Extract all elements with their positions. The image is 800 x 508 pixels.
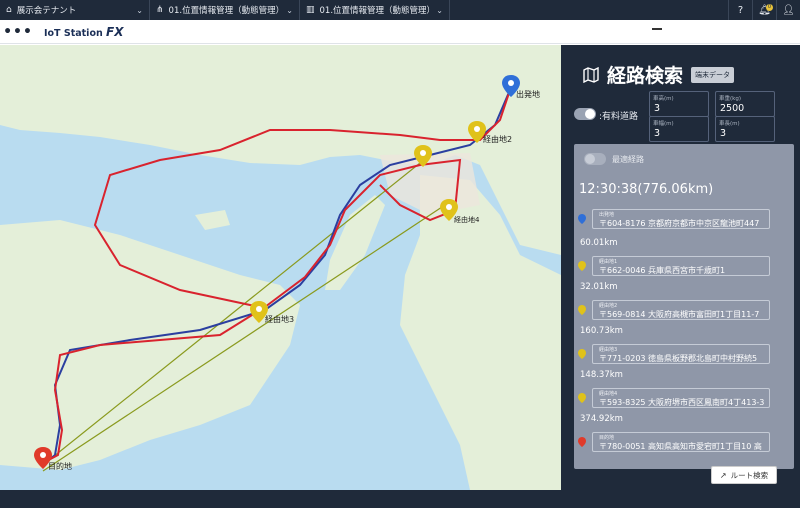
stop-via-3[interactable]: 経由地3 〒771-0203 徳島県板野郡北島町中村野続5: [592, 344, 770, 364]
vehicle-length-field[interactable]: 車長(m) 3: [715, 116, 775, 142]
bar-chart-icon: ▥: [306, 5, 315, 15]
chevron-down-icon: ⌄: [136, 5, 143, 15]
chevron-down-icon: ⌄: [436, 5, 443, 15]
notification-bell-icon[interactable]: 🔔︎ 0: [752, 0, 776, 20]
vehicle-height-label: 車高(m): [653, 96, 674, 102]
stop-address: 〒771-0203 徳島県板野郡北島町中村野続5: [599, 354, 758, 363]
hierarchy-icon: ⋔: [156, 5, 164, 15]
logo-fx: FX: [106, 24, 124, 39]
vehicle-length-label: 車長(m): [719, 121, 740, 127]
vehicle-weight-value: 2500: [720, 103, 745, 114]
toll-road-label: :有料道路: [599, 112, 639, 122]
stop-label: 経由地2: [599, 303, 618, 309]
route-search-label: ルート検索: [730, 470, 769, 480]
menu-selector-2[interactable]: ▥ 01.位置情報管理（動態管理） ⌄: [300, 0, 450, 20]
device-data-tag[interactable]: 端末データ: [691, 66, 735, 83]
chevron-down-icon: ⌄: [286, 5, 293, 15]
stop-via-2[interactable]: 経由地2 〒569-0814 大阪府高槻市富田町1丁目11-7: [592, 300, 770, 320]
route-total: 12:30:38(776.06km): [579, 182, 714, 197]
vehicle-width-field[interactable]: 車幅(m) 3: [649, 116, 709, 142]
minimize-icon[interactable]: [652, 28, 662, 30]
panel-header: 経路検索 端末データ: [583, 61, 735, 88]
app-logo: IoT Station FX: [44, 25, 124, 39]
help-icon[interactable]: ?: [728, 0, 752, 20]
route-search-button[interactable]: ↗ ルート検索: [711, 466, 777, 484]
segment-distance: 32.01km: [580, 282, 618, 292]
destination-pin-icon: [578, 437, 586, 447]
route-search-panel: 経路検索 端末データ 車高(m) 3 車重(kg) 2500 車幅(m) 3 車…: [561, 45, 800, 490]
vehicle-width-label: 車幅(m): [653, 121, 674, 127]
vehicle-weight-label: 車重(kg): [719, 96, 741, 102]
notification-badge: 0: [766, 4, 773, 11]
segment-distance: 160.73km: [580, 326, 623, 336]
stop-address: 〒593-8325 大阪府堺市西区鳳南町4丁413-3: [599, 398, 765, 407]
top-navigation-bar: ⌂ 展示会テナント ⌄ ⋔ 01.位置情報管理（動態管理） ⌄ ▥ 01.位置情…: [0, 0, 800, 20]
stop-address: 〒662-0046 兵庫県西宮市千歳町1: [599, 266, 726, 275]
menu-label-2: 01.位置情報管理（動態管理）: [319, 6, 436, 16]
stop-label: 経由地3: [599, 347, 618, 353]
stop-address: 〒780-0051 高知県高知市愛宕町1丁目10 高: [599, 442, 762, 451]
route-map[interactable]: 出発地 経由地2 経由地3 経由地4 目的地: [0, 45, 561, 490]
stop-label: 目的地: [599, 435, 615, 441]
segment-distance: 148.37km: [580, 370, 623, 380]
stop-address: 〒604-8176 京都府京都市中京区龍池町447: [599, 219, 760, 228]
vehicle-length-value: 3: [720, 128, 727, 139]
segment-distance: 374.92km: [580, 414, 623, 424]
vehicle-height-value: 3: [654, 103, 661, 114]
stop-address: 〒569-0814 大阪府高槻市富田町1丁目11-7: [599, 310, 760, 319]
stop-origin[interactable]: 出発地 〒604-8176 京都府京都市中京区龍池町447: [592, 209, 770, 229]
map-label-origin: 出発地: [516, 89, 540, 99]
user-icon[interactable]: 👤︎: [776, 0, 800, 20]
via-pin-icon: [578, 261, 586, 271]
map-canvas: 出発地 経由地2 経由地3 経由地4 目的地: [0, 45, 561, 490]
stop-via-1[interactable]: 経由地1 〒662-0046 兵庫県西宮市千歳町1: [592, 256, 770, 276]
bottom-bar: [0, 490, 800, 508]
stop-label: 経由地4: [599, 391, 618, 397]
menu-selector-1[interactable]: ⋔ 01.位置情報管理（動態管理） ⌄: [150, 0, 300, 20]
stop-destination[interactable]: 目的地 〒780-0051 高知県高知市愛宕町1丁目10 高: [592, 432, 770, 452]
stop-label: 経由地1: [599, 259, 618, 265]
more-menu-icon[interactable]: •••: [0, 24, 36, 40]
segment-distance: 60.01km: [580, 238, 618, 248]
tenant-label: 展示会テナント: [16, 6, 77, 16]
building-icon: ⌂: [6, 5, 12, 15]
panel-title: 経路検索: [607, 65, 684, 87]
tenant-selector[interactable]: ⌂ 展示会テナント ⌄: [0, 0, 150, 20]
stop-label: 出発地: [599, 212, 615, 218]
stop-via-4[interactable]: 経由地4 〒593-8325 大阪府堺市西区鳳南町4丁413-3: [592, 388, 770, 408]
via-pin-icon: [578, 393, 586, 403]
via-pin-icon: [578, 349, 586, 359]
via-pin-icon: [578, 305, 586, 315]
vehicle-weight-field[interactable]: 車重(kg) 2500: [715, 91, 775, 117]
menu-label-1: 01.位置情報管理（動態管理）: [168, 6, 285, 16]
route-result-box: 最適経路 12:30:38(776.06km) 出発地 〒604-8176 京都…: [574, 144, 794, 469]
origin-pin-icon: [578, 214, 586, 224]
app-header: ••• IoT Station FX: [0, 20, 800, 44]
optimal-route-label: 最適経路: [612, 155, 644, 164]
vehicle-height-field[interactable]: 車高(m) 3: [649, 91, 709, 117]
toll-road-toggle[interactable]: [574, 108, 596, 120]
logo-text: IoT Station: [44, 27, 103, 39]
map-icon: [583, 66, 599, 83]
map-label-via2: 経由地2: [483, 134, 512, 144]
optimal-route-toggle[interactable]: [584, 153, 606, 165]
arrow-icon: ↗: [719, 470, 727, 480]
map-label-via3: 経由地3: [265, 314, 294, 324]
vehicle-width-value: 3: [654, 128, 661, 139]
map-label-destination: 目的地: [48, 461, 72, 471]
map-label-via4: 経由地4: [454, 215, 480, 224]
